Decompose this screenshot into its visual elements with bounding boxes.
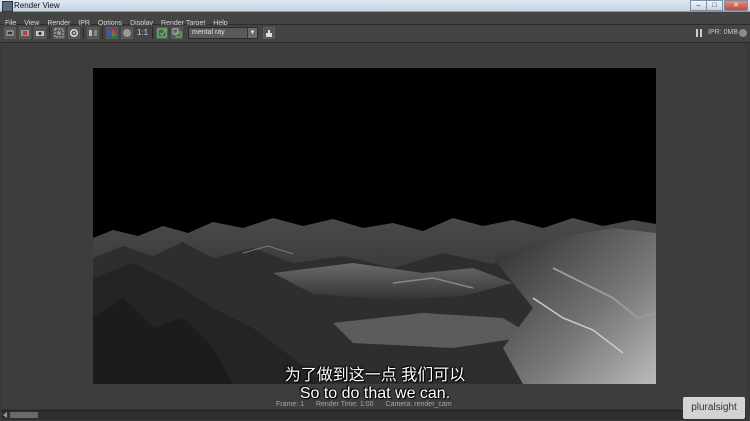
refresh-icon[interactable] [68, 27, 80, 39]
ipr-indicator-icon [739, 29, 747, 37]
chevron-down-icon[interactable]: ▼ [247, 28, 257, 38]
window-titlebar: Render View – □ ✕ [0, 0, 750, 12]
toolbar-separator [102, 27, 103, 39]
render-settings-hand-icon[interactable] [263, 27, 275, 39]
pluralsight-watermark: pluralsight [683, 397, 745, 419]
toolbar-separator [83, 27, 84, 39]
remove-image-icon[interactable] [171, 27, 183, 39]
scrollbar-thumb[interactable] [10, 412, 38, 418]
rendered-image [93, 68, 656, 384]
window-title: Render View [14, 1, 60, 10]
menu-bar: File View Render IPR Options Display Render Ta… [0, 12, 750, 27]
render-toolbar: 1:1 mental ray ▼ IPR: 0MB [0, 25, 750, 43]
maximize-button[interactable]: □ [706, 0, 723, 11]
keep-image-icon[interactable] [87, 27, 99, 39]
pause-icon[interactable] [696, 29, 702, 37]
horizontal-scrollbar[interactable] [2, 410, 746, 420]
scroll-left-arrow-icon[interactable] [3, 412, 7, 418]
alpha-channel-icon[interactable] [121, 27, 133, 39]
renderer-value: mental ray [192, 29, 225, 36]
ipr-status: IPR: 0MB [708, 29, 738, 36]
close-button[interactable]: ✕ [724, 0, 748, 11]
subtitle-english: So to do that we can. [299, 385, 451, 402]
render-settings-icon[interactable] [156, 27, 168, 39]
render-region-icon[interactable] [53, 27, 65, 39]
app-icon [2, 1, 13, 12]
toolbar-separator [152, 27, 153, 39]
color-channel-icon[interactable] [106, 27, 118, 39]
snapshot-icon[interactable] [34, 27, 46, 39]
subtitle-chinese: 为了做到这一点 我们可以 [284, 367, 466, 384]
renderer-dropdown[interactable]: mental ray ▼ [188, 27, 258, 39]
terrain-render [93, 68, 656, 384]
redo-render-icon[interactable] [4, 27, 16, 39]
toolbar-separator [49, 27, 50, 39]
ratio-label[interactable]: 1:1 [137, 27, 148, 39]
minimize-button[interactable]: – [690, 0, 707, 11]
ipr-render-icon[interactable] [19, 27, 31, 39]
